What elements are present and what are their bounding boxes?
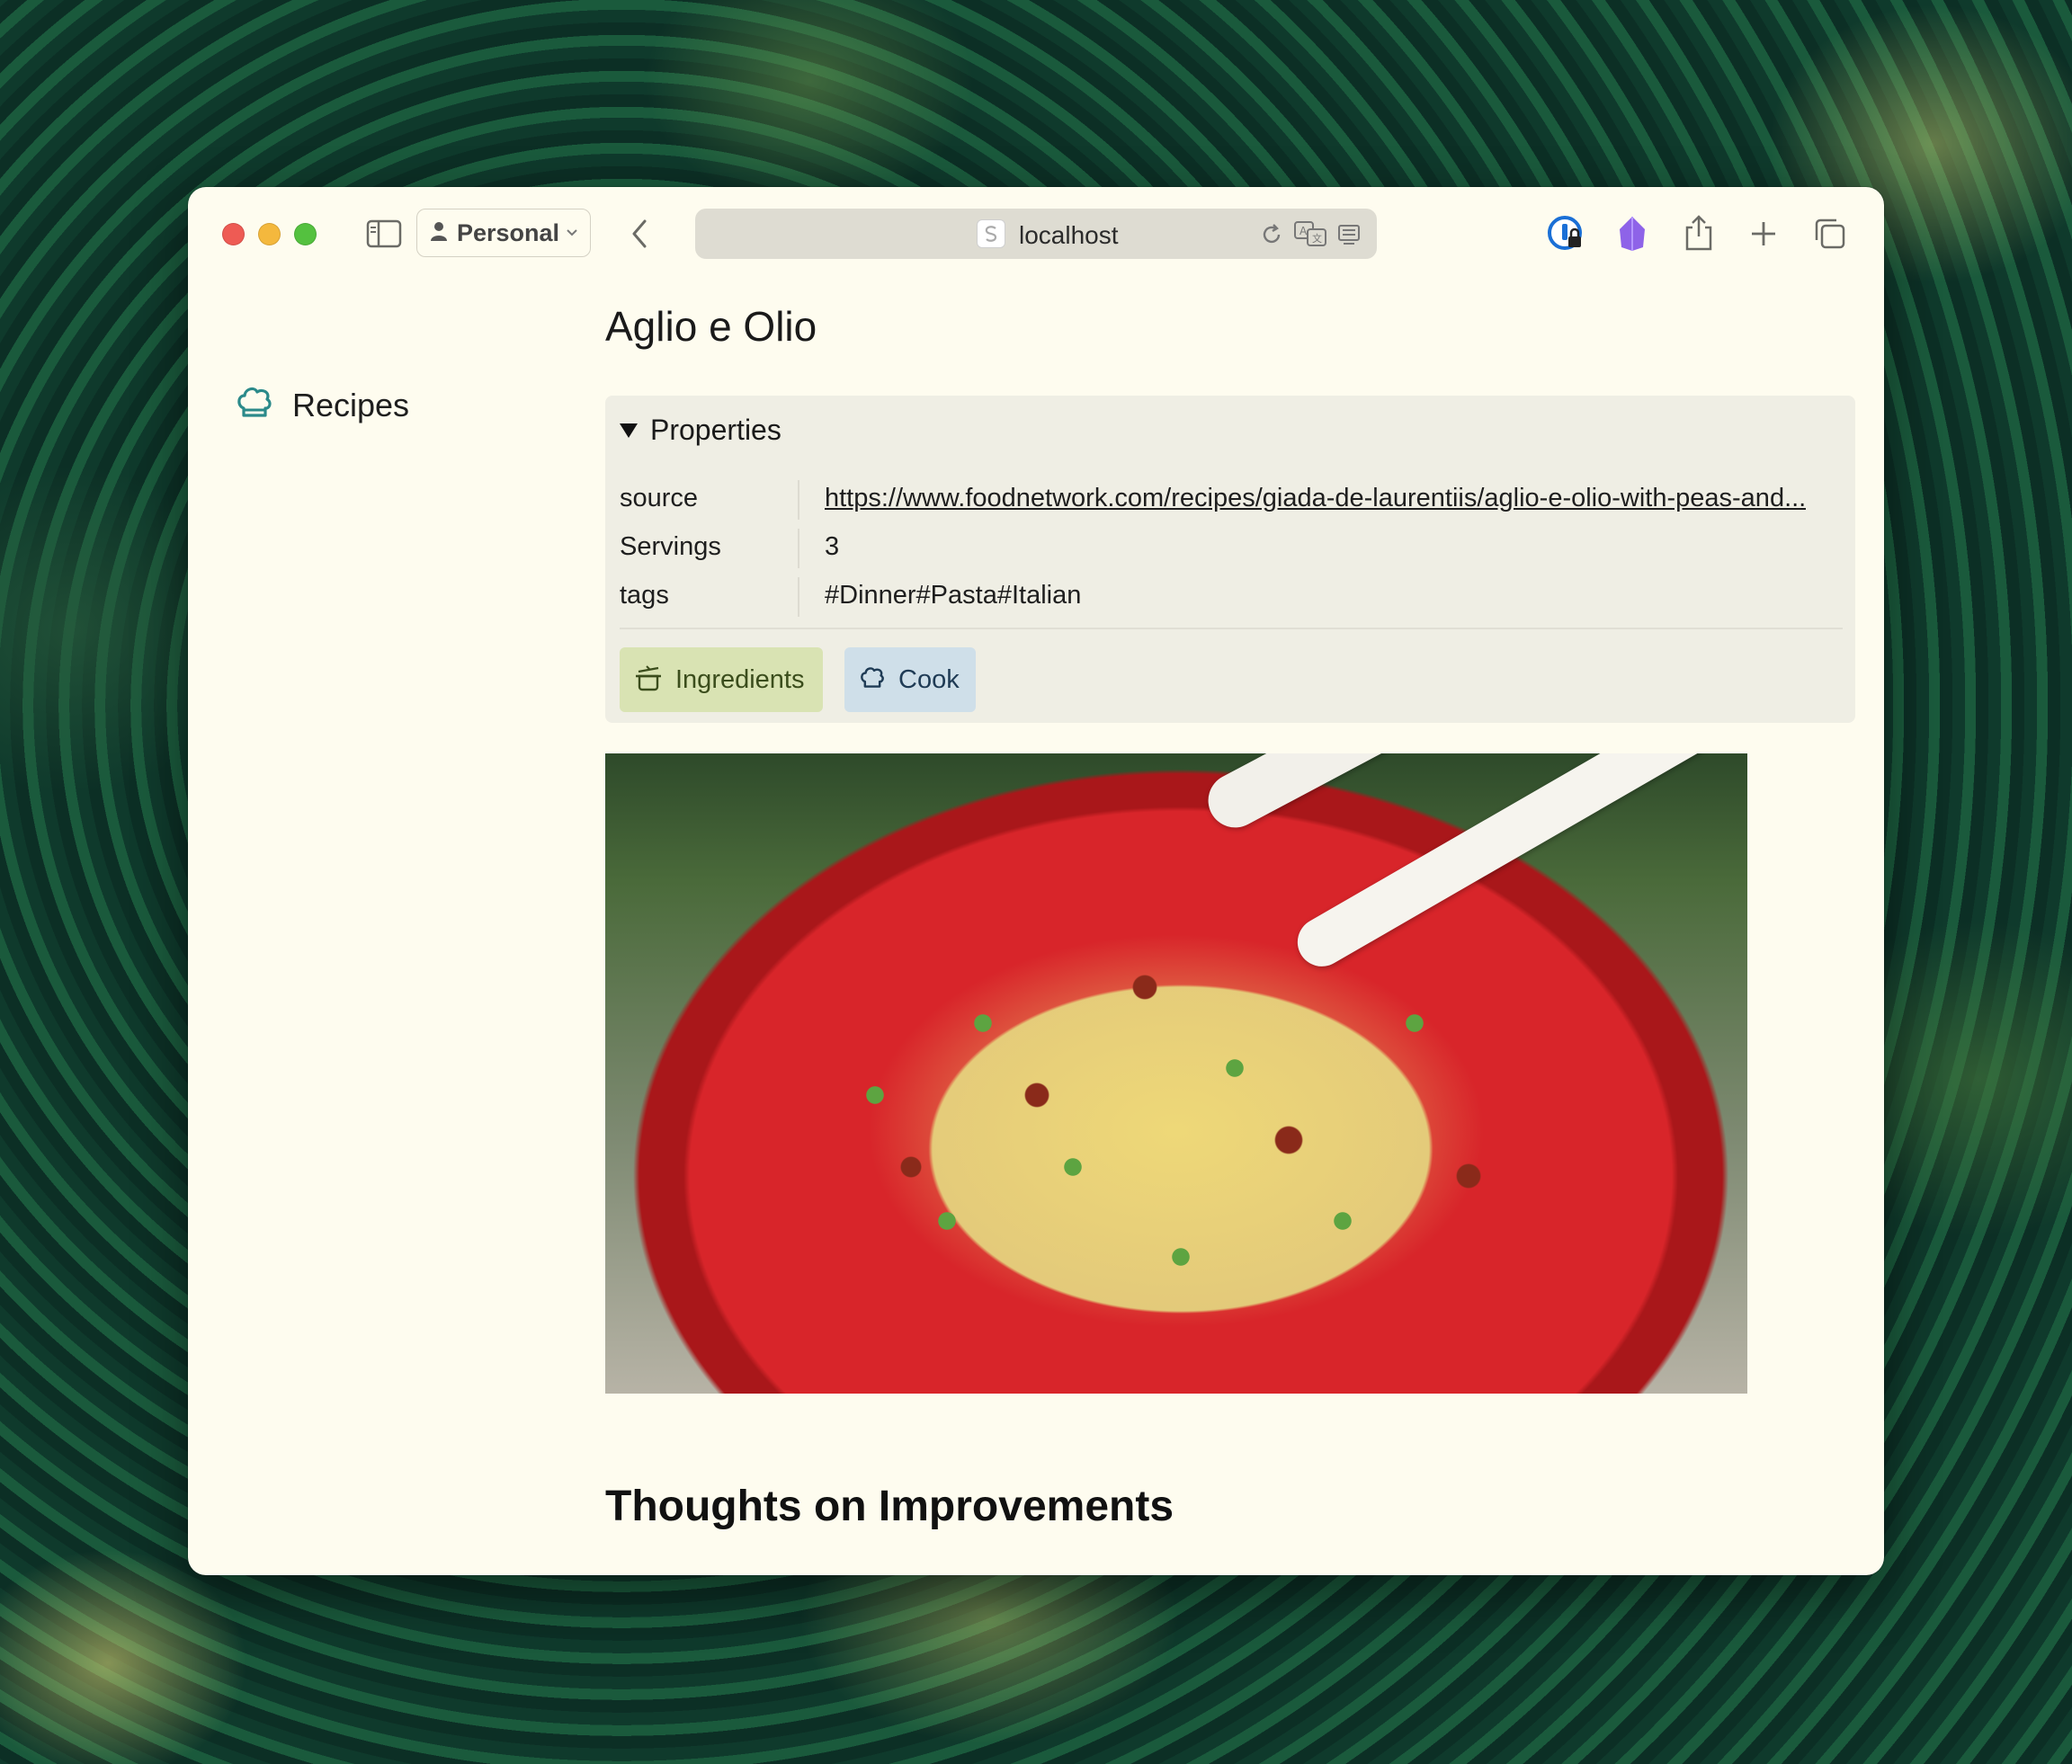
cook-button-label: Cook (898, 664, 960, 694)
divider (620, 628, 1843, 629)
tab-overview-icon[interactable] (1812, 216, 1848, 252)
property-value: 3 (825, 532, 840, 561)
property-separator (798, 529, 799, 568)
profile-selector[interactable]: Personal (416, 209, 591, 257)
reload-icon[interactable] (1258, 221, 1285, 248)
properties-label: Properties (650, 414, 781, 446)
properties-toggle[interactable]: Properties (620, 414, 781, 447)
property-separator (798, 577, 799, 617)
pasta-texture (605, 753, 1747, 1394)
sidebar-item-label: Recipes (292, 386, 410, 423)
zoom-window-button[interactable] (294, 223, 317, 245)
section-heading: Thoughts on Improvements (605, 1483, 1174, 1530)
back-arrow-icon[interactable] (623, 216, 656, 252)
svg-text:A: A (1299, 225, 1308, 237)
address-bar[interactable]: localhost A文 (695, 209, 1377, 259)
recipe-photo (605, 753, 1747, 1394)
chef-hat-icon (859, 664, 886, 696)
source-link[interactable]: https://www.foodnetwork.com/recipes/giad… (825, 484, 1806, 513)
property-value: #Dinner#Pasta#Italian (825, 581, 1082, 610)
pot-icon (634, 664, 663, 697)
ingredients-button-label: Ingredients (675, 664, 805, 694)
svg-text:文: 文 (1312, 232, 1322, 245)
site-favicon-icon (977, 219, 1005, 248)
translate-icon[interactable]: A文 (1292, 219, 1328, 248)
password-manager-icon[interactable] (1546, 214, 1585, 254)
disclosure-triangle-icon (620, 423, 638, 438)
reader-mode-icon[interactable] (1335, 221, 1362, 248)
url-host: localhost (1019, 221, 1119, 249)
page-title: Aglio e Olio (605, 303, 817, 350)
property-key: source (620, 484, 699, 512)
new-tab-icon[interactable] (1747, 218, 1780, 250)
property-separator (798, 480, 799, 520)
property-key: tags (620, 581, 669, 610)
cook-button[interactable]: Cook (844, 647, 976, 712)
profile-name: Personal (457, 218, 560, 246)
property-row-servings: Servings 3 (620, 527, 1843, 572)
ingredients-button[interactable]: Ingredients (620, 647, 823, 712)
properties-panel: Properties source https://www.foodnetwor… (605, 396, 1855, 723)
share-icon[interactable] (1683, 212, 1715, 254)
property-key: Servings (620, 532, 721, 561)
chevron-down-icon (565, 224, 579, 246)
sidebar-toggle-icon[interactable] (364, 218, 404, 250)
close-window-button[interactable] (222, 223, 245, 245)
sidebar-item-recipes[interactable]: Recipes (235, 383, 409, 427)
property-row-tags: tags #Dinner#Pasta#Italian (620, 575, 1843, 620)
person-icon (430, 220, 448, 246)
browser-toolbar: Personal localhost A文 (188, 187, 1884, 286)
extension-icon[interactable] (1614, 214, 1650, 254)
property-row-source: source https://www.foodnetwork.com/recip… (620, 478, 1843, 523)
chef-hat-icon (235, 383, 274, 427)
minimize-window-button[interactable] (258, 223, 281, 245)
browser-window: Personal localhost A文 Recipes Aglio e Ol… (188, 187, 1884, 1575)
